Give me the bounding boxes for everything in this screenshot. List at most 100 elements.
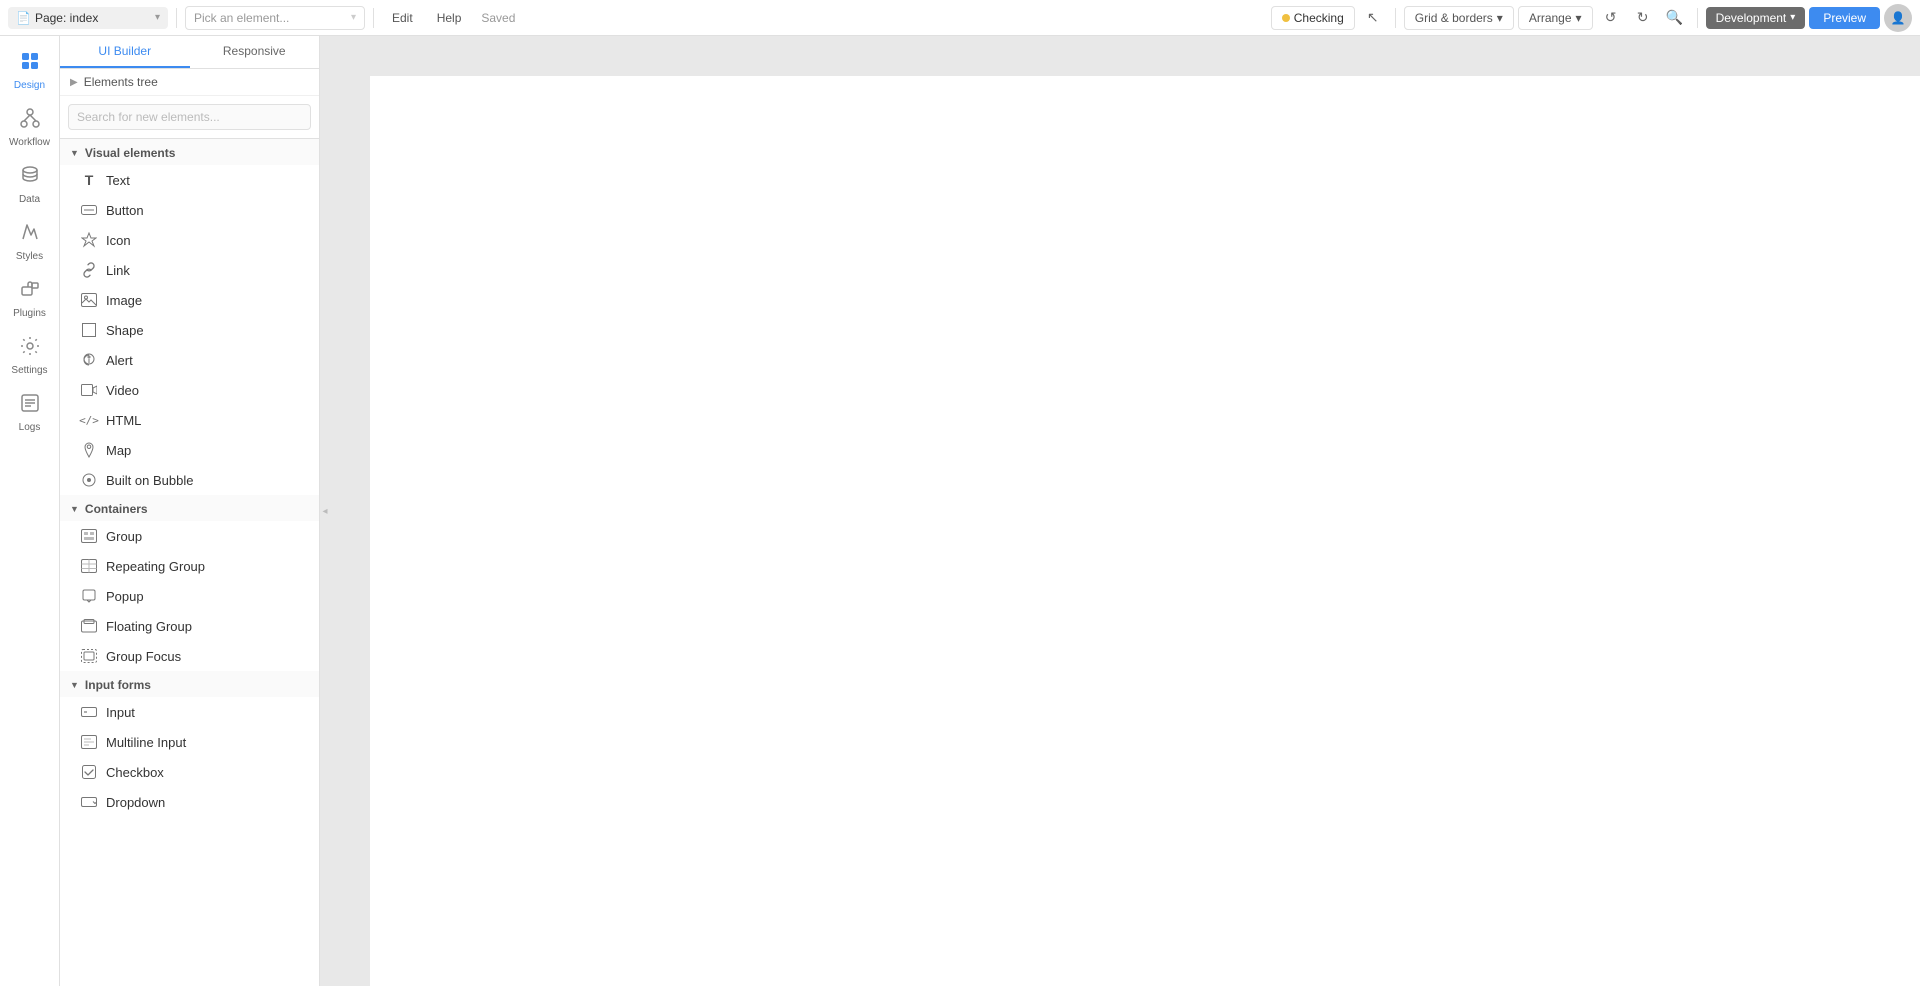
alert-element-icon (80, 351, 98, 369)
main-area: Design Workflow (0, 36, 1920, 986)
settings-icon (19, 335, 41, 363)
page-chevron-icon: ▾ (155, 12, 160, 23)
element-html[interactable]: </> HTML (60, 405, 319, 435)
shape-element-icon (80, 321, 98, 339)
sidebar-item-design[interactable]: Design (4, 44, 56, 97)
plugins-label: Plugins (13, 308, 46, 319)
visual-elements-header[interactable]: ▼ Visual elements (60, 139, 319, 165)
text-element-icon: T (80, 171, 98, 189)
floating-group-element-icon (80, 617, 98, 635)
link-element-label: Link (106, 263, 130, 278)
input-element-icon (80, 703, 98, 721)
element-video[interactable]: Video (60, 375, 319, 405)
elements-tree-label: Elements tree (84, 75, 158, 89)
element-map[interactable]: Map (60, 435, 319, 465)
arrange-label: Arrange (1529, 11, 1572, 25)
panel-tabs: UI Builder Responsive (60, 36, 319, 69)
element-checkbox[interactable]: Checkbox (60, 757, 319, 787)
checkbox-element-label: Checkbox (106, 765, 164, 780)
page-selector[interactable]: 📄 Page: index ▾ (8, 7, 168, 29)
data-icon (19, 164, 41, 192)
sidebar-item-data[interactable]: Data (4, 158, 56, 211)
edit-button[interactable]: Edit (382, 7, 423, 29)
topbar-separator-3 (1395, 8, 1396, 28)
checking-button[interactable]: Checking (1271, 6, 1355, 30)
pick-element-label: Pick an element... (194, 11, 289, 25)
group-focus-element-label: Group Focus (106, 649, 181, 664)
undo-button[interactable]: ↺ (1597, 4, 1625, 32)
canvas-area (330, 36, 1920, 986)
sidebar-item-logs[interactable]: Logs (4, 386, 56, 439)
pick-chevron-icon: ▾ (351, 12, 356, 23)
containers-arrow-icon: ▼ (70, 504, 79, 514)
logs-icon (19, 392, 41, 420)
input-forms-label: Input forms (85, 678, 151, 692)
sidebar-item-workflow[interactable]: Workflow (4, 101, 56, 154)
help-button[interactable]: Help (427, 7, 472, 29)
element-link[interactable]: Link (60, 255, 319, 285)
element-text[interactable]: T Text (60, 165, 319, 195)
grid-borders-button[interactable]: Grid & borders ▾ (1404, 6, 1514, 30)
element-group[interactable]: Group (60, 521, 319, 551)
user-avatar[interactable]: 👤 (1884, 4, 1912, 32)
sidebar-item-styles[interactable]: Styles (4, 215, 56, 268)
settings-label: Settings (11, 365, 47, 376)
element-search-input[interactable] (68, 104, 311, 130)
left-panel: UI Builder Responsive ▶ Elements tree ▼ … (60, 36, 320, 986)
element-alert[interactable]: Alert (60, 345, 319, 375)
tab-ui-builder[interactable]: UI Builder (60, 36, 190, 68)
plugins-icon (19, 278, 41, 306)
map-element-icon (80, 441, 98, 459)
workflow-icon (19, 107, 41, 135)
element-group-focus[interactable]: Group Focus (60, 641, 319, 671)
visual-elements-label: Visual elements (85, 146, 176, 160)
elements-tree-row[interactable]: ▶ Elements tree (60, 69, 319, 96)
element-repeating-group[interactable]: Repeating Group (60, 551, 319, 581)
sidebar-item-settings[interactable]: Settings (4, 329, 56, 382)
element-icon[interactable]: Icon (60, 225, 319, 255)
element-multiline-input[interactable]: Multiline Input (60, 727, 319, 757)
search-button[interactable]: 🔍 (1661, 4, 1689, 32)
repeating-group-element-icon (80, 557, 98, 575)
button-element-icon (80, 201, 98, 219)
development-chevron-icon: ▾ (1790, 12, 1795, 23)
development-button[interactable]: Development ▾ (1706, 7, 1806, 29)
input-forms-header[interactable]: ▼ Input forms (60, 671, 319, 697)
topbar: 📄 Page: index ▾ Pick an element... ▾ Edi… (0, 0, 1920, 36)
video-element-label: Video (106, 383, 139, 398)
link-element-icon (80, 261, 98, 279)
map-element-label: Map (106, 443, 131, 458)
topbar-separator-1 (176, 8, 177, 28)
element-floating-group[interactable]: Floating Group (60, 611, 319, 641)
sidebar-item-plugins[interactable]: Plugins (4, 272, 56, 325)
repeating-group-element-label: Repeating Group (106, 559, 205, 574)
development-label: Development (1716, 11, 1787, 25)
element-image[interactable]: Image (60, 285, 319, 315)
built-on-bubble-element-icon (80, 471, 98, 489)
popup-element-icon (80, 587, 98, 605)
icon-element-label: Icon (106, 233, 131, 248)
element-popup[interactable]: Popup (60, 581, 319, 611)
image-element-label: Image (106, 293, 142, 308)
design-label: Design (14, 80, 45, 91)
element-built-on-bubble[interactable]: Built on Bubble (60, 465, 319, 495)
group-focus-element-icon (80, 647, 98, 665)
element-shape[interactable]: Shape (60, 315, 319, 345)
containers-header[interactable]: ▼ Containers (60, 495, 319, 521)
containers-label: Containers (85, 502, 148, 516)
pick-element-selector[interactable]: Pick an element... ▾ (185, 6, 365, 30)
logs-label: Logs (19, 422, 41, 433)
redo-button[interactable]: ↻ (1629, 4, 1657, 32)
preview-button[interactable]: Preview (1809, 7, 1880, 29)
styles-icon (19, 221, 41, 249)
workflow-label: Workflow (9, 137, 50, 148)
pointer-tool-button[interactable]: ↖ (1359, 4, 1387, 32)
element-button[interactable]: Button (60, 195, 319, 225)
tab-responsive[interactable]: Responsive (190, 36, 320, 68)
arrange-button[interactable]: Arrange ▾ (1518, 6, 1593, 30)
topbar-separator-4 (1697, 8, 1698, 28)
elements-list: ▼ Visual elements T Text Button Icon (60, 139, 319, 986)
element-input[interactable]: Input (60, 697, 319, 727)
element-dropdown[interactable]: Dropdown (60, 787, 319, 817)
panel-collapse-handle[interactable]: ◂ (320, 36, 330, 986)
